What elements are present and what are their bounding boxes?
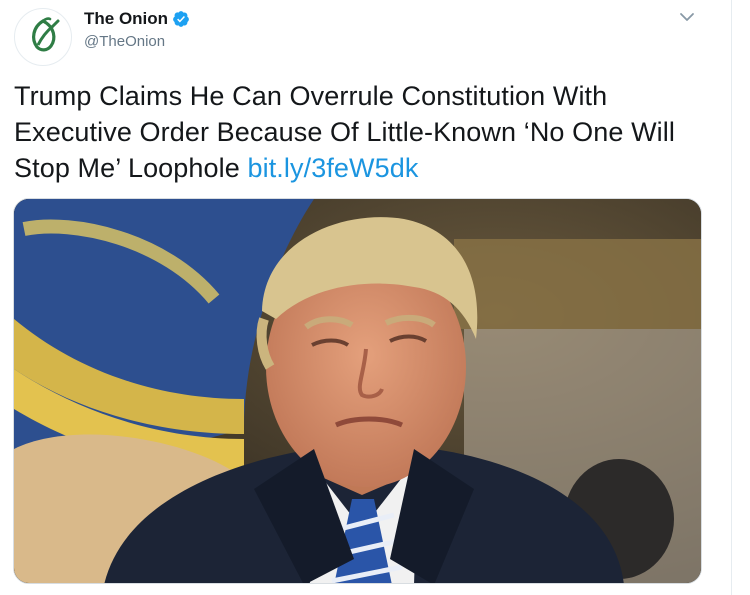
onion-logo-icon [23,15,63,60]
display-name[interactable]: The Onion [84,9,168,29]
tweet-card: The Onion @TheOnion Trump Claims He Can … [0,0,750,595]
tweet-photo[interactable] [13,198,702,584]
tweet-link[interactable]: bit.ly/3feW5dk [247,153,418,183]
tweet-menu-button[interactable] [676,8,698,30]
tweet-header: The Onion @TheOnion [14,6,714,66]
verified-badge-icon [172,10,190,28]
card-border [731,0,732,595]
tweet-text: Trump Claims He Can Overrule Constitutio… [14,78,714,186]
avatar[interactable] [14,8,72,66]
account-handle[interactable]: @TheOnion [84,33,190,50]
photo-illustration [14,199,701,583]
account-names: The Onion @TheOnion [84,8,190,50]
chevron-down-icon [679,10,695,28]
